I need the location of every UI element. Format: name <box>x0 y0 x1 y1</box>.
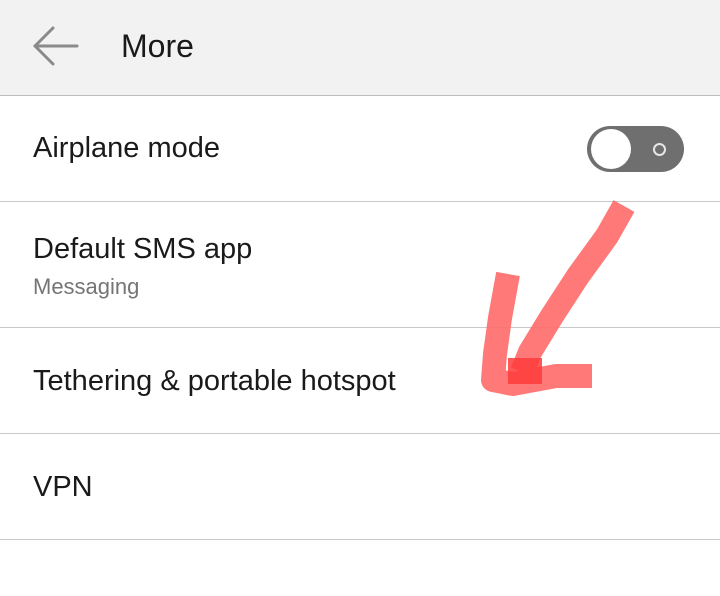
page-title: More <box>121 28 194 64</box>
setting-airplane-mode[interactable]: Airplane mode <box>0 96 720 202</box>
app-bar: More <box>0 0 720 96</box>
toggle-knob <box>591 129 631 169</box>
setting-default-sms-app[interactable]: Default SMS app Messaging <box>0 202 720 328</box>
toggle-off-indicator-icon <box>653 143 666 156</box>
setting-vpn[interactable]: VPN <box>0 434 720 540</box>
setting-title: VPN <box>33 471 93 503</box>
back-button[interactable] <box>26 20 86 72</box>
setting-title: Default SMS app <box>33 233 253 265</box>
setting-tethering-hotspot[interactable]: Tethering & portable hotspot <box>0 328 720 434</box>
setting-title: Tethering & portable hotspot <box>33 365 396 397</box>
arrow-left-icon <box>33 26 79 66</box>
setting-subtitle: Messaging <box>33 274 140 299</box>
airplane-mode-toggle[interactable] <box>587 126 684 172</box>
setting-title: Airplane mode <box>33 132 220 164</box>
